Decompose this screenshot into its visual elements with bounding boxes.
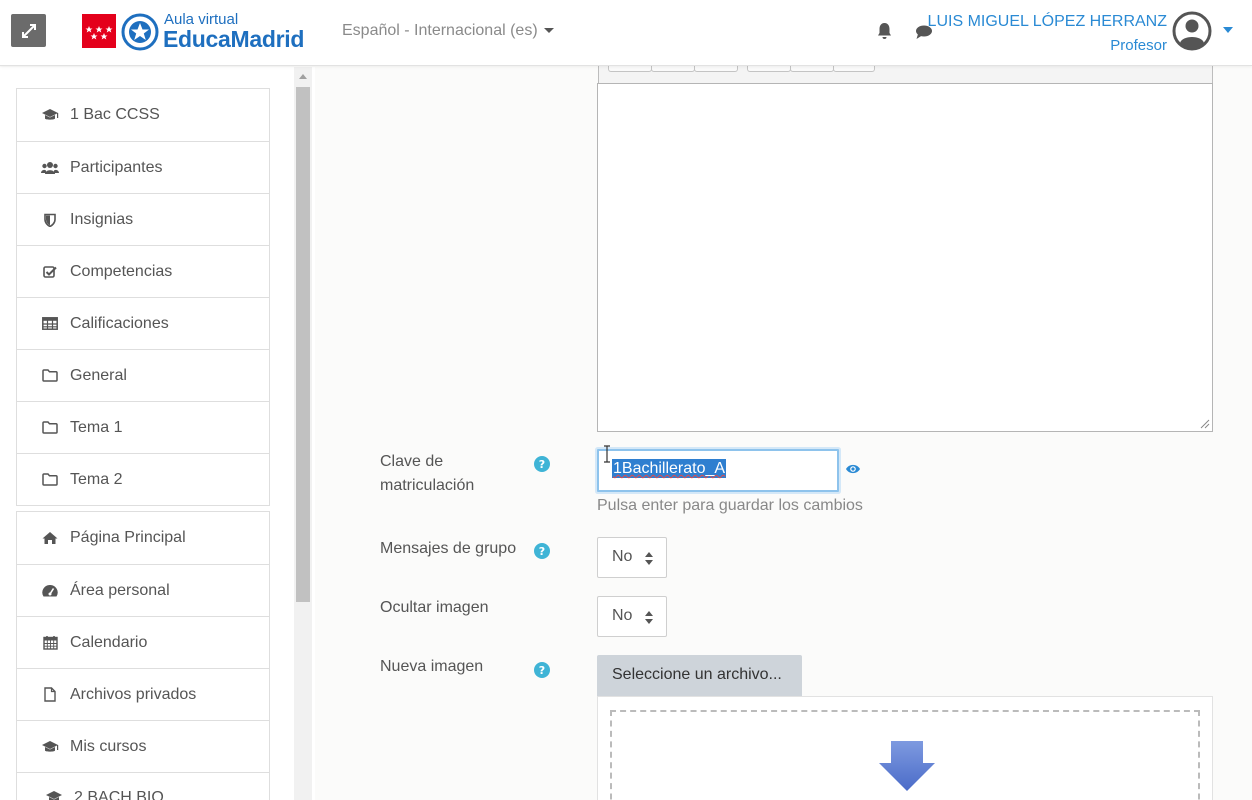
sidebar-item-participants[interactable]: Participantes — [17, 141, 269, 193]
sidebar-item-label: Tema 2 — [70, 470, 123, 488]
folder-icon — [41, 420, 59, 436]
group-messages-value: No — [612, 548, 633, 565]
description-editor[interactable] — [597, 83, 1213, 432]
scrollbar-thumb[interactable] — [296, 87, 310, 602]
shield-icon — [41, 212, 59, 228]
sidebar-item-calendar[interactable]: Calendario — [17, 616, 269, 668]
text-cursor-icon — [604, 445, 610, 463]
enrol-key-value: 1Bachillerato_A — [612, 459, 727, 478]
new-image-label: Nueva imagen — [380, 658, 484, 675]
users-icon — [41, 160, 59, 176]
home-icon — [41, 530, 59, 546]
scroll-up-arrow-icon[interactable] — [299, 74, 307, 79]
sidebar-item-label: Insignias — [70, 210, 134, 228]
sidebar-item-label: Página Principal — [70, 529, 186, 546]
sidebar-item-label: Tema 1 — [70, 418, 123, 436]
sidebar-item-badges[interactable]: Insignias — [17, 193, 269, 245]
file-icon — [41, 687, 59, 703]
sidebar-item-2-bach-bio[interactable]: 2 BACH BIO — [17, 772, 269, 800]
sidebar-item-label: Mis cursos — [70, 737, 147, 755]
sidebar-item-my-courses[interactable]: Mis cursos — [17, 720, 269, 772]
download-arrow-icon — [879, 741, 935, 791]
hide-image-value: No — [612, 607, 633, 624]
expand-drawer-button[interactable] — [11, 14, 46, 47]
sidebar-item-tema-2[interactable]: Tema 2 — [17, 453, 269, 505]
sidebar-item-label: Competencias — [70, 262, 173, 280]
avatar[interactable] — [1172, 11, 1212, 51]
sidebar-item-label: Calendario — [70, 633, 148, 651]
sidebar-item-tema-1[interactable]: Tema 1 — [17, 401, 269, 453]
sidebar-item-grades[interactable]: Calificaciones — [17, 297, 269, 349]
sidebar-item-label: Calificaciones — [70, 314, 169, 332]
eye-icon[interactable] — [845, 463, 861, 475]
sidebar-item-private-files[interactable]: Archivos privados — [17, 668, 269, 720]
resize-grip-icon[interactable] — [1200, 419, 1210, 429]
language-selector[interactable]: Español - Internacional (es) — [342, 22, 554, 40]
site-navigation: Página Principal Área personal Calendari… — [16, 511, 270, 800]
enrol-key-label: Clave de matriculación — [380, 450, 474, 498]
hide-image-select[interactable]: No — [597, 596, 667, 637]
user-role: Profesor — [1110, 37, 1167, 54]
select-arrows-icon — [645, 611, 653, 624]
bell-icon[interactable] — [876, 22, 893, 40]
sidebar-item-label: General — [70, 366, 127, 384]
help-icon[interactable]: ? — [534, 543, 550, 559]
sidebar-item-label: Archivos privados — [70, 685, 197, 703]
calendar-icon — [41, 635, 59, 651]
enrol-key-hint: Pulsa enter para guardar los cambios — [597, 497, 863, 514]
enrol-key-label-line1: Clave de — [380, 453, 444, 470]
file-dropzone[interactable] — [610, 710, 1200, 800]
folder-icon — [41, 472, 59, 488]
sidebar-scrollbar[interactable] — [294, 67, 312, 800]
sidebar-item-dashboard[interactable]: Área personal — [17, 564, 269, 616]
user-menu-chevron-icon[interactable] — [1223, 27, 1233, 33]
logo-title[interactable]: EducaMadrid — [163, 26, 304, 53]
language-label: Español - Internacional (es) — [342, 22, 538, 39]
group-messages-select[interactable]: No — [597, 537, 667, 578]
sidebar-item-course[interactable]: 1 Bac CCSS — [17, 89, 269, 141]
hide-image-label: Ocultar imagen — [380, 599, 489, 616]
file-dropzone-container — [597, 696, 1213, 800]
checkbox-icon — [41, 264, 59, 280]
table-icon — [41, 316, 59, 332]
graduation-cap-icon — [41, 107, 59, 123]
sidebar-item-label: Área personal — [70, 581, 170, 599]
user-name[interactable]: LUIS MIGUEL LÓPEZ HERRANZ — [928, 13, 1167, 31]
help-icon[interactable]: ? — [534, 662, 550, 678]
course-navigation: 1 Bac CCSS Participantes Insignias Compe… — [16, 88, 270, 506]
expand-icon — [21, 23, 36, 38]
top-navbar: Aula virtual EducaMadrid Español - Inter… — [0, 0, 1252, 66]
help-icon[interactable]: ? — [534, 456, 550, 472]
comunidad-madrid-logo[interactable] — [82, 14, 116, 48]
sidebar-item-general[interactable]: General — [17, 349, 269, 401]
sidebar-item-label: 1 Bac CCSS — [70, 106, 160, 123]
sidebar-drawer: 1 Bac CCSS Participantes Insignias Compe… — [0, 67, 315, 800]
graduation-cap-icon — [41, 739, 59, 755]
sidebar-item-competencies[interactable]: Competencias — [17, 245, 269, 297]
enrol-key-input[interactable]: 1Bachillerato_A — [597, 449, 839, 492]
folder-icon — [41, 368, 59, 384]
sidebar-item-home[interactable]: Página Principal — [17, 512, 269, 564]
dashboard-icon — [41, 583, 59, 599]
select-arrows-icon — [645, 552, 653, 565]
choose-file-button[interactable]: Seleccione un archivo... — [597, 655, 802, 697]
chevron-down-icon — [543, 28, 554, 34]
group-messages-label: Mensajes de grupo — [380, 540, 517, 557]
editor-toolbar — [598, 64, 1213, 84]
graduation-cap-icon — [45, 789, 63, 800]
sidebar-item-label: 2 BACH BIO — [74, 789, 164, 800]
educamadrid-logo-icon — [121, 13, 159, 51]
sidebar-item-label: Participantes — [70, 158, 163, 176]
enrol-key-label-line2: matriculación — [380, 477, 475, 494]
